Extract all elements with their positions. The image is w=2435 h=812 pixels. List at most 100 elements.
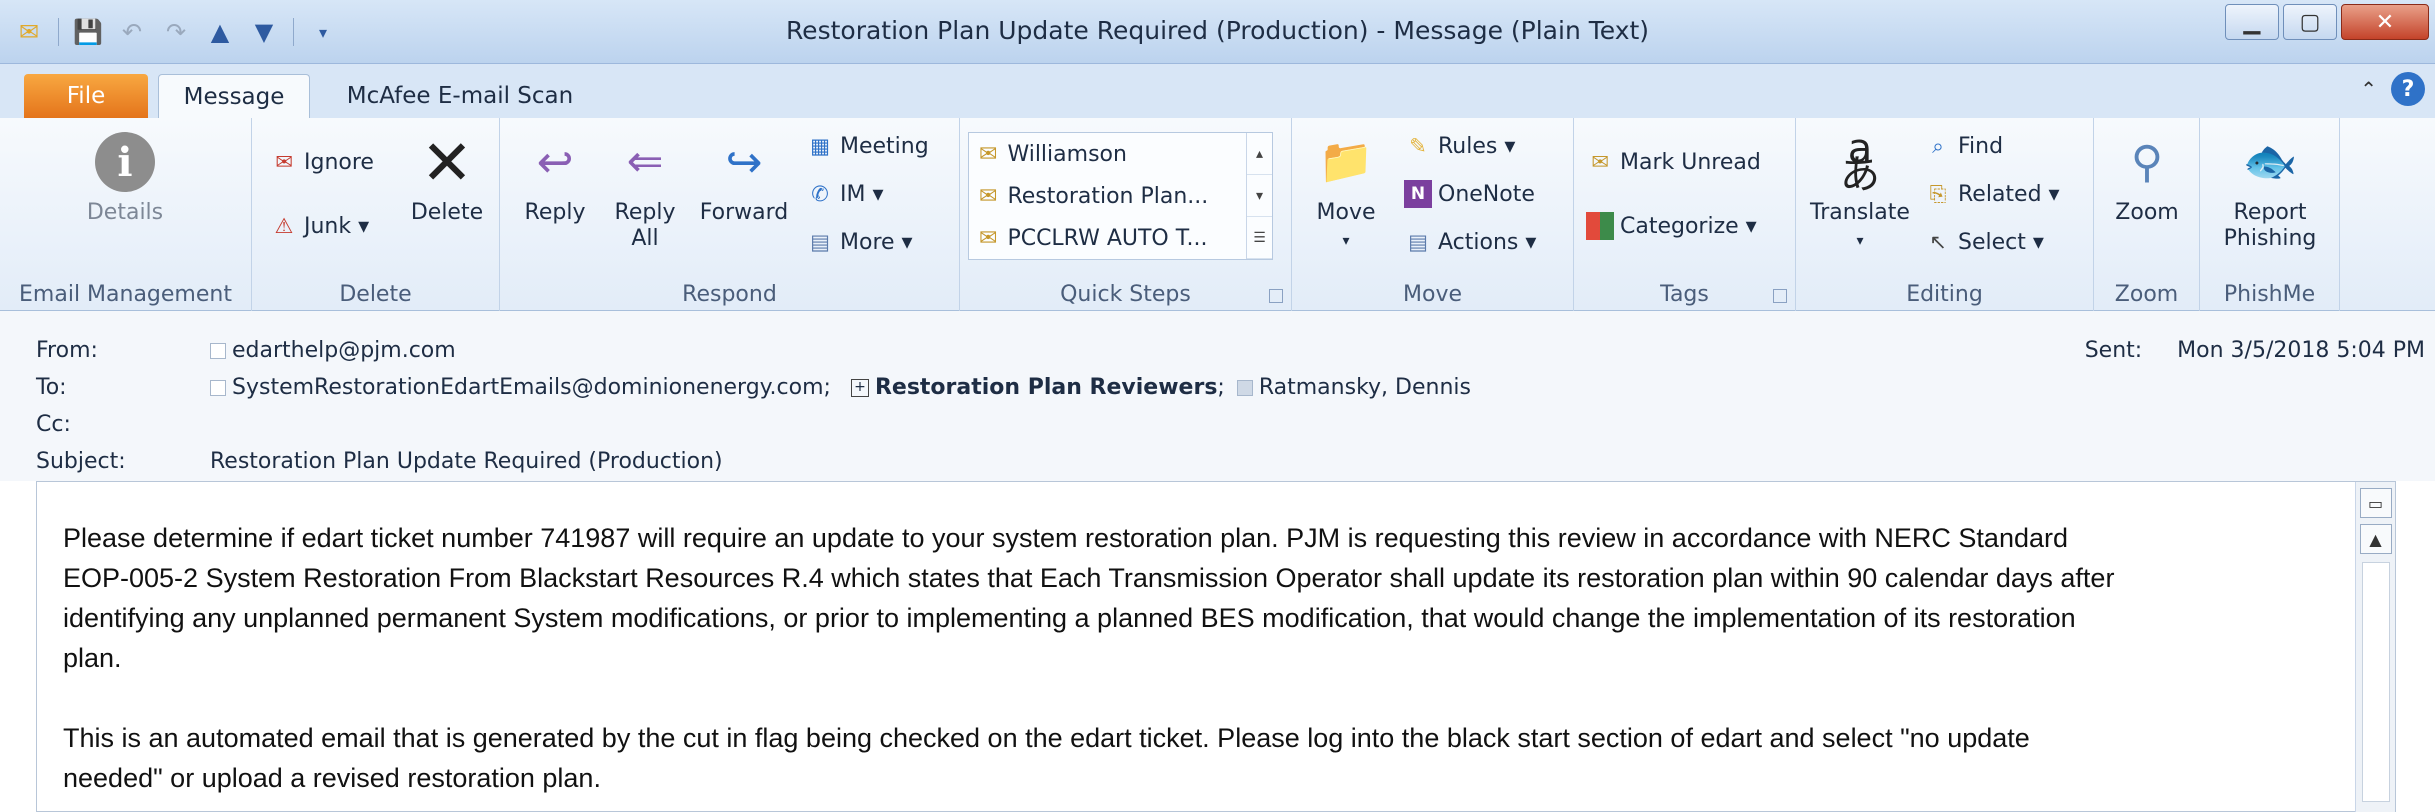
forward-label: Forward bbox=[699, 200, 789, 225]
actions-button[interactable]: ▤ Actions ▾ bbox=[1404, 228, 1536, 256]
delete-x-icon: ✕ bbox=[421, 125, 473, 199]
find-button[interactable]: ⌕ Find bbox=[1924, 132, 2003, 160]
quick-step-icon: ✉ bbox=[979, 225, 998, 251]
group-editing: aあ Translate ▾ ⌕ Find ⎘ Related ▾ ↖ Sele… bbox=[1796, 118, 2094, 311]
rules-icon: ✎ bbox=[1409, 134, 1427, 158]
report-phishing-button[interactable]: 🐟 Report Phishing bbox=[2210, 132, 2330, 252]
reply-all-button[interactable]: ⇐ Reply All bbox=[608, 132, 682, 252]
meeting-button[interactable]: ▦ Meeting bbox=[806, 132, 929, 160]
to-recipient[interactable]: SystemRestorationEdartEmails@dominionene… bbox=[232, 375, 831, 400]
forward-button[interactable]: ↪ Forward bbox=[696, 132, 792, 226]
maximize-button[interactable]: ▢ bbox=[2283, 4, 2337, 40]
group-quick-steps: ✉ Williamson ✉ Restoration Plan... ✉ PCC… bbox=[960, 118, 1292, 311]
move-dropdown-icon: ▾ bbox=[1342, 233, 1350, 249]
page-icon[interactable]: ▭ bbox=[2359, 488, 2392, 518]
presence-indicator bbox=[1236, 379, 1253, 396]
zoom-icon: ⚲ bbox=[2130, 136, 2164, 188]
sent-value: Mon 3/5/2018 5:04 PM bbox=[2177, 338, 2425, 363]
minimize-button[interactable]: ▁ bbox=[2225, 4, 2279, 40]
mark-unread-label: Mark Unread bbox=[1620, 149, 1761, 175]
forward-icon: ↪ bbox=[725, 136, 763, 188]
tab-message[interactable]: Message bbox=[158, 74, 310, 118]
quick-step-icon: ✉ bbox=[979, 141, 998, 167]
group-label: Email Management bbox=[19, 282, 232, 307]
zoom-button[interactable]: ⚲ Zoom bbox=[2104, 132, 2190, 226]
reply-all-label: Reply bbox=[614, 200, 676, 225]
translate-button[interactable]: aあ Translate ▾ bbox=[1810, 129, 1910, 254]
to-value: SystemRestorationEdartEmails@dominionene… bbox=[210, 375, 1471, 400]
onenote-button[interactable]: N OneNote bbox=[1404, 180, 1535, 208]
subject-value: Restoration Plan Update Required (Produc… bbox=[210, 449, 723, 474]
select-icon: ↖ bbox=[1929, 230, 1947, 254]
to-recipient[interactable]: Ratmansky, Dennis bbox=[1259, 375, 1471, 400]
group-label: Quick Steps bbox=[1060, 282, 1191, 307]
ignore-button[interactable]: ✉ Ignore bbox=[270, 148, 374, 176]
im-icon: ✆ bbox=[811, 182, 829, 206]
body-line: Please determine if edart ticket number … bbox=[63, 523, 2069, 553]
recipient-separator: ; bbox=[1217, 375, 1225, 400]
mark-unread-button[interactable]: ✉ Mark Unread bbox=[1586, 148, 1761, 176]
presence-indicator bbox=[210, 379, 226, 396]
quick-step-item[interactable]: ✉ PCCLRW AUTO T... bbox=[969, 217, 1272, 259]
close-button[interactable]: ✕ bbox=[2341, 4, 2429, 40]
select-button[interactable]: ↖ Select ▾ bbox=[1924, 228, 2044, 256]
group-label: Move bbox=[1403, 282, 1462, 307]
quick-step-item[interactable]: ✉ Williamson bbox=[969, 133, 1272, 175]
expand-gallery-icon[interactable]: ☰ bbox=[1247, 217, 1272, 259]
quick-step-item[interactable]: ✉ Restoration Plan... bbox=[969, 175, 1272, 217]
scroll-up-arrow[interactable]: ▲ bbox=[2359, 524, 2392, 554]
to-recipient-group[interactable]: Restoration Plan Reviewers bbox=[875, 375, 1217, 400]
more-button[interactable]: ▤ More ▾ bbox=[806, 228, 913, 256]
phishing-label: Phishing bbox=[2223, 226, 2317, 251]
from-address[interactable]: edarthelp@pjm.com bbox=[232, 338, 456, 363]
ribbon-tabs: File Message McAfee E-mail Scan bbox=[0, 64, 2435, 118]
sent-label: Sent: bbox=[2084, 338, 2143, 363]
categorize-button[interactable]: Categorize ▾ bbox=[1586, 212, 1757, 240]
quick-steps-scroll: ▴ ▾ ☰ bbox=[1246, 133, 1272, 259]
rules-button[interactable]: ✎ Rules ▾ bbox=[1404, 132, 1515, 160]
im-button[interactable]: ✆ IM ▾ bbox=[806, 180, 884, 208]
more-icon: ▤ bbox=[810, 230, 830, 254]
group-label: PhishMe bbox=[2223, 282, 2316, 307]
group-respond: ↩ Reply ⇐ Reply All ↪ Forward ▦ Meeting … bbox=[500, 118, 960, 311]
onenote-icon: N bbox=[1404, 180, 1432, 208]
group-delete: ✉ Ignore ⚠ Junk ▾ ✕ Delete Delete bbox=[252, 118, 500, 311]
reply-button[interactable]: ↩ Reply bbox=[518, 132, 592, 226]
ribbon: i Details Email Management ✉ Ignore ⚠ Ju… bbox=[0, 118, 2435, 311]
scroll-up-icon[interactable]: ▴ bbox=[1247, 133, 1272, 175]
body-line: plan. bbox=[63, 643, 122, 673]
find-icon: ⌕ bbox=[1932, 133, 1944, 158]
scroll-track[interactable] bbox=[2362, 562, 2390, 802]
categorize-label: Categorize ▾ bbox=[1620, 213, 1757, 239]
expand-group-icon[interactable]: + bbox=[850, 378, 869, 397]
group-label: Tags bbox=[1660, 282, 1709, 307]
message-body[interactable]: Please determine if edart ticket number … bbox=[36, 481, 2396, 812]
scroll-down-icon[interactable]: ▾ bbox=[1247, 175, 1272, 217]
minimize-ribbon-icon[interactable]: ⌃ bbox=[2360, 77, 2377, 101]
delete-button[interactable]: ✕ Delete bbox=[402, 125, 492, 226]
tab-right-icons: ⌃ ? bbox=[2360, 72, 2425, 106]
junk-button[interactable]: ⚠ Junk ▾ bbox=[270, 212, 370, 240]
reply-label: Reply bbox=[524, 200, 586, 225]
info-icon: i bbox=[95, 132, 155, 192]
im-label: IM ▾ bbox=[840, 181, 884, 207]
group-label: Delete bbox=[339, 282, 412, 307]
categorize-icon bbox=[1586, 212, 1614, 240]
reply-all-label-2: All bbox=[631, 226, 659, 251]
related-button[interactable]: ⎘ Related ▾ bbox=[1924, 180, 2060, 208]
details-button[interactable]: i Details bbox=[70, 132, 180, 225]
tab-file[interactable]: File bbox=[24, 74, 148, 118]
move-button[interactable]: 📁 Move ▾ bbox=[1314, 132, 1378, 254]
move-label: Move bbox=[1316, 200, 1376, 225]
tab-mcafee[interactable]: McAfee E-mail Scan bbox=[334, 74, 586, 118]
more-label: More ▾ bbox=[840, 229, 913, 255]
phishing-fish-icon: 🐟 bbox=[2242, 136, 2298, 187]
vertical-scrollbar[interactable]: ▭ ▲ bbox=[2355, 482, 2395, 812]
meeting-label: Meeting bbox=[840, 133, 929, 159]
group-zoom: ⚲ Zoom Zoom bbox=[2094, 118, 2200, 311]
help-icon[interactable]: ? bbox=[2391, 72, 2425, 106]
to-label: To: bbox=[36, 375, 67, 400]
junk-icon: ⚠ bbox=[274, 214, 294, 238]
from-value[interactable]: edarthelp@pjm.com bbox=[210, 338, 456, 363]
title-bar: ✉ 💾 ↶ ↷ ▲ ▼ ▾ Restoration Plan Update Re… bbox=[0, 0, 2435, 64]
